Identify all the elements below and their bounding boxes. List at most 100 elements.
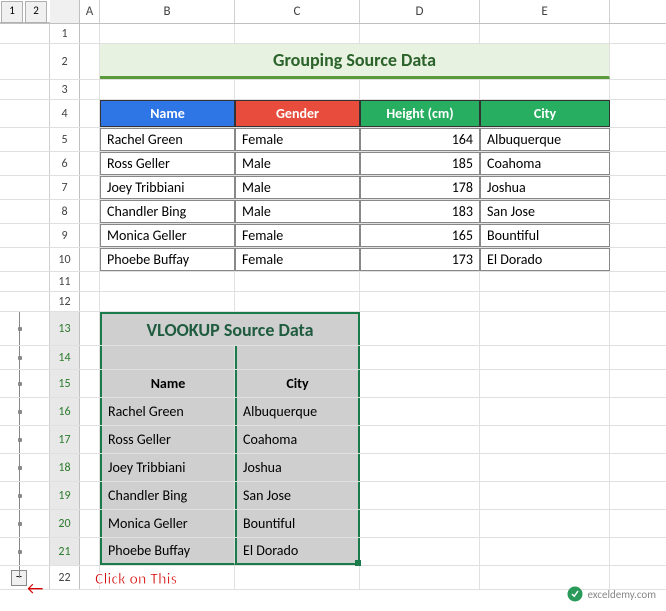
cell-D13[interactable] [360,312,480,345]
col-header-E[interactable]: E [480,0,610,23]
cell-A18[interactable] [80,454,100,481]
cell-C12[interactable] [235,292,360,311]
source-cell-name[interactable]: Rachel Green [100,398,235,425]
cell-city[interactable]: San Jose [480,200,610,223]
cell-name[interactable]: Chandler Bing [100,200,235,223]
source-header-city[interactable]: City [235,370,360,397]
row-header-3[interactable]: 3 [50,80,80,99]
cell-C11[interactable] [235,272,360,291]
source-cell-city[interactable]: Coahoma [235,426,360,453]
cell-city[interactable]: El Dorado [480,248,610,271]
cell-A19[interactable] [80,482,100,509]
row-header-17[interactable]: 17 [50,426,80,453]
cell-A15[interactable] [80,370,100,397]
cell-A5[interactable] [80,128,100,151]
row-header-12[interactable]: 12 [50,292,80,311]
cell-city[interactable]: Coahoma [480,152,610,175]
select-all-corner[interactable] [50,0,80,23]
cell-name[interactable]: Rachel Green [100,128,235,151]
cell-E19[interactable] [480,482,610,509]
source-header-name[interactable]: Name [100,370,235,397]
cell-B3[interactable] [100,80,235,99]
row-header-2[interactable]: 2 [50,44,80,79]
cell-C3[interactable] [235,80,360,99]
cell-A8[interactable] [80,200,100,223]
row-header-5[interactable]: 5 [50,128,80,151]
source-cell-name[interactable]: Chandler Bing [100,482,235,509]
cell-E11[interactable] [480,272,610,291]
cell-A1[interactable] [80,24,100,43]
cell-E17[interactable] [480,426,610,453]
row-header-16[interactable]: 16 [50,398,80,425]
cell-C1[interactable] [235,24,360,43]
row-header-4[interactable]: 4 [50,100,80,127]
source-cell-city[interactable]: Bountiful [235,510,360,537]
cell-height[interactable]: 164 [360,128,480,151]
cell-gender[interactable]: Male [235,200,360,223]
cell-B1[interactable] [100,24,235,43]
row-header-14[interactable]: 14 [50,346,80,369]
row-header-8[interactable]: 8 [50,200,80,223]
cell-A12[interactable] [80,292,100,311]
cell-D19[interactable] [360,482,480,509]
col-header-A[interactable]: A [80,0,100,23]
header-gender[interactable]: Gender [235,100,360,127]
cell-A13[interactable] [80,312,100,345]
cell-height[interactable]: 183 [360,200,480,223]
cell-gender[interactable]: Male [235,152,360,175]
header-height[interactable]: Height (cm) [360,100,480,127]
source-cell-city[interactable]: El Dorado [235,538,360,565]
cell-A17[interactable] [80,426,100,453]
cell-name[interactable]: Phoebe Buffay [100,248,235,271]
cell-E16[interactable] [480,398,610,425]
row-header-22[interactable]: 22 [50,566,80,589]
cell-A3[interactable] [80,80,100,99]
cell-D12[interactable] [360,292,480,311]
cell-name[interactable]: Joey Tribbiani [100,176,235,199]
cell-D11[interactable] [360,272,480,291]
cell-height[interactable]: 165 [360,224,480,247]
col-header-B[interactable]: B [100,0,235,23]
cell-C22[interactable] [235,566,360,589]
cell-A20[interactable] [80,510,100,537]
cell-A14[interactable] [80,346,100,369]
source-title[interactable]: VLOOKUP Source Data [100,312,360,345]
cell-name[interactable]: Ross Geller [100,152,235,175]
source-cell-city[interactable]: San Jose [235,482,360,509]
row-header-13[interactable]: 13 [50,312,80,345]
cell-A6[interactable] [80,152,100,175]
row-header-10[interactable]: 10 [50,248,80,271]
cell-D22[interactable] [360,566,480,589]
header-name[interactable]: Name [100,100,235,127]
row-header-15[interactable]: 15 [50,370,80,397]
cell-A4[interactable] [80,100,100,127]
cell-D3[interactable] [360,80,480,99]
cell-E3[interactable] [480,80,610,99]
cell-A9[interactable] [80,224,100,247]
cell-E13[interactable] [480,312,610,345]
cell-A2[interactable] [80,44,100,79]
cell-E21[interactable] [480,538,610,565]
row-header-6[interactable]: 6 [50,152,80,175]
outline-level-1-button[interactable]: 1 [1,1,23,23]
cell-B14[interactable] [100,346,235,369]
row-header-19[interactable]: 19 [50,482,80,509]
cell-B12[interactable] [100,292,235,311]
col-header-C[interactable]: C [235,0,360,23]
source-cell-name[interactable]: Monica Geller [100,510,235,537]
source-cell-city[interactable]: Albuquerque [235,398,360,425]
cell-D17[interactable] [360,426,480,453]
cell-gender[interactable]: Male [235,176,360,199]
title-cell[interactable]: Grouping Source Data [100,44,610,79]
cell-E20[interactable] [480,510,610,537]
cell-C14[interactable] [235,346,360,369]
cell-A11[interactable] [80,272,100,291]
cell-D14[interactable] [360,346,480,369]
cell-gender[interactable]: Female [235,224,360,247]
cell-city[interactable]: Bountiful [480,224,610,247]
source-cell-name[interactable]: Joey Tribbiani [100,454,235,481]
row-header-11[interactable]: 11 [50,272,80,291]
source-cell-name[interactable]: Phoebe Buffay [100,538,235,565]
cell-height[interactable]: 178 [360,176,480,199]
cell-D16[interactable] [360,398,480,425]
